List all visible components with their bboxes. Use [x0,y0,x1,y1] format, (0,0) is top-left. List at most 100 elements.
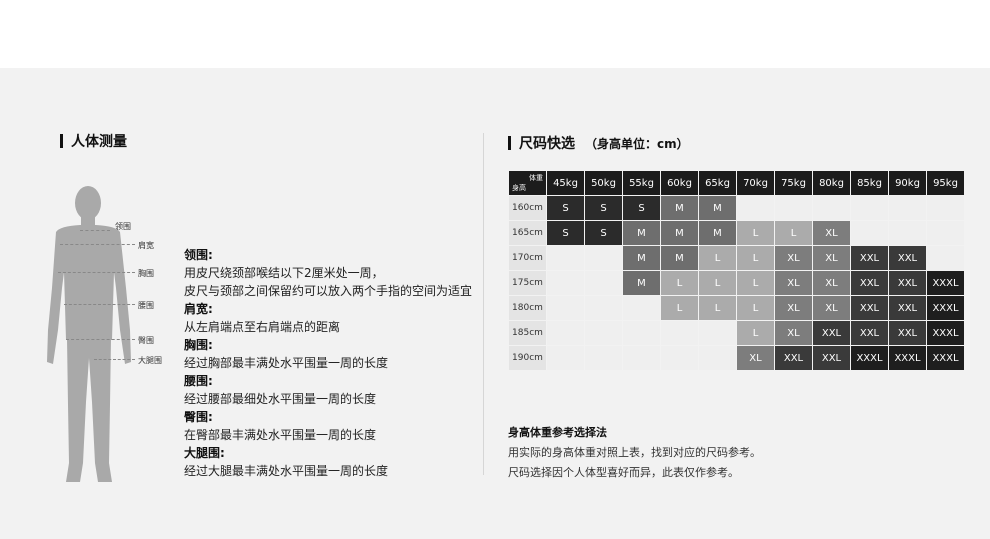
size-cell: XXL [851,246,888,270]
size-cell [547,271,584,295]
size-cell: S [547,221,584,245]
title-bar [508,136,511,150]
size-cell: XXL [775,346,812,370]
size-cell: XL [775,296,812,320]
thigh-guide-line [94,359,135,360]
table-row: 170cm M M L L XL XL XXL XXL [509,246,964,270]
size-cell: XL [813,246,850,270]
size-cell: S [585,196,622,220]
size-cell: L [737,321,774,345]
size-cell [851,196,888,220]
size-cell [699,346,736,370]
height-label: 160cm [509,196,546,220]
size-cell: M [661,196,698,220]
table-row: 160cm S S S M M [509,196,964,220]
size-cell: XL [775,271,812,295]
size-cell: XXL [813,346,850,370]
label-chest: 胸围 [138,269,154,278]
corner-height-label: 身高 [512,184,526,192]
size-cell [585,346,622,370]
neck-guide-line [80,230,110,231]
size-cell [623,296,660,320]
size-cell: XL [813,271,850,295]
corner-weight-label: 体重 [529,174,543,182]
label-neck: 领围 [115,222,131,231]
size-cell: L [699,246,736,270]
table-row: 190cm XL XXL XXL XXXL XXXL XXXL [509,346,964,370]
def-thigh-desc: 经过大腿最丰满处水平围量一周的长度 [184,464,389,478]
reference-note: 身高体重参考选择法 用实际的身高体重对照上表，找到对应的尺码参考。 尺码选择因个… [508,423,761,483]
height-label: 170cm [509,246,546,270]
def-hip-desc: 在臀部最丰满处水平围量一周的长度 [184,428,377,442]
weight-header-8: 85kg [851,171,888,195]
size-cell [585,296,622,320]
size-cell: M [699,196,736,220]
size-table-wrap: 体重 身高 45kg 50kg 55kg 60kg 65kg 70kg 75kg 80kg 85… [508,170,965,371]
size-cell: XXXL [851,346,888,370]
waist-guide-line [64,304,135,305]
size-cell [699,321,736,345]
weight-header-7: 80kg [813,171,850,195]
title-bar [60,134,63,148]
height-label: 190cm [509,346,546,370]
height-unit-subtitle: （身高单位：cm） [585,136,689,151]
def-neck-desc2: 皮尺与颈部之间保留约可以放入两个手指的空间为适宜 [184,284,473,298]
weight-header-10: 95kg [927,171,964,195]
size-cell [547,321,584,345]
size-cell [585,246,622,270]
shoulder-guide-line [60,244,135,245]
size-cell: L [699,271,736,295]
height-label: 185cm [509,321,546,345]
section-divider [483,133,484,475]
size-cell: M [623,221,660,245]
size-cell: L [737,246,774,270]
def-shoulder-term: 肩宽: [184,302,213,316]
size-cell: XXXL [889,346,926,370]
size-cell: XXL [889,321,926,345]
weight-header-6: 75kg [775,171,812,195]
weight-header-4: 65kg [699,171,736,195]
size-quick-title: 尺码快选 （身高单位：cm） [508,133,689,153]
size-cell: M [661,221,698,245]
note-line-2: 尺码选择因个人体型喜好而异，此表仅作参考。 [508,466,739,479]
label-thigh: 大腿围 [138,356,162,365]
size-cell: XXL [813,321,850,345]
size-cell: XL [737,346,774,370]
size-cell: L [737,271,774,295]
size-cell [851,221,888,245]
size-cell: XXXL [927,271,964,295]
chest-guide-line [58,272,135,273]
label-shoulder: 肩宽 [138,241,154,250]
weight-header-0: 45kg [547,171,584,195]
label-waist: 腰围 [138,301,154,310]
size-cell [623,321,660,345]
size-cell: M [661,246,698,270]
def-shoulder-desc: 从左肩端点至右肩端点的距离 [184,320,341,334]
height-label: 180cm [509,296,546,320]
size-cell [927,221,964,245]
size-cell [547,246,584,270]
size-cell: XXL [851,321,888,345]
size-cell: XXXL [927,296,964,320]
size-cell: L [737,221,774,245]
size-cell [927,196,964,220]
size-cell: S [585,221,622,245]
size-cell [547,296,584,320]
size-cell: XXXL [927,321,964,345]
size-cell: S [623,196,660,220]
def-chest-desc: 经过胸部最丰满处水平围量一周的长度 [184,356,389,370]
def-waist-desc: 经过腰部最细处水平围量一周的长度 [184,392,377,406]
weight-header-row: 体重 身高 45kg 50kg 55kg 60kg 65kg 70kg 75kg 80kg 85… [509,171,964,195]
size-cell: XXL [889,271,926,295]
body-measure-title: 人体测量 [60,131,127,151]
table-row: 180cm L L L XL XL XXL XXL XXXL [509,296,964,320]
size-cell [547,346,584,370]
size-cell [813,196,850,220]
size-quick-title-text: 尺码快选 [519,136,575,152]
weight-header-9: 90kg [889,171,926,195]
size-cell [775,196,812,220]
body-measure-title-text: 人体测量 [71,134,127,150]
size-cell [927,246,964,270]
weight-header-3: 60kg [661,171,698,195]
size-cell: XXL [889,296,926,320]
